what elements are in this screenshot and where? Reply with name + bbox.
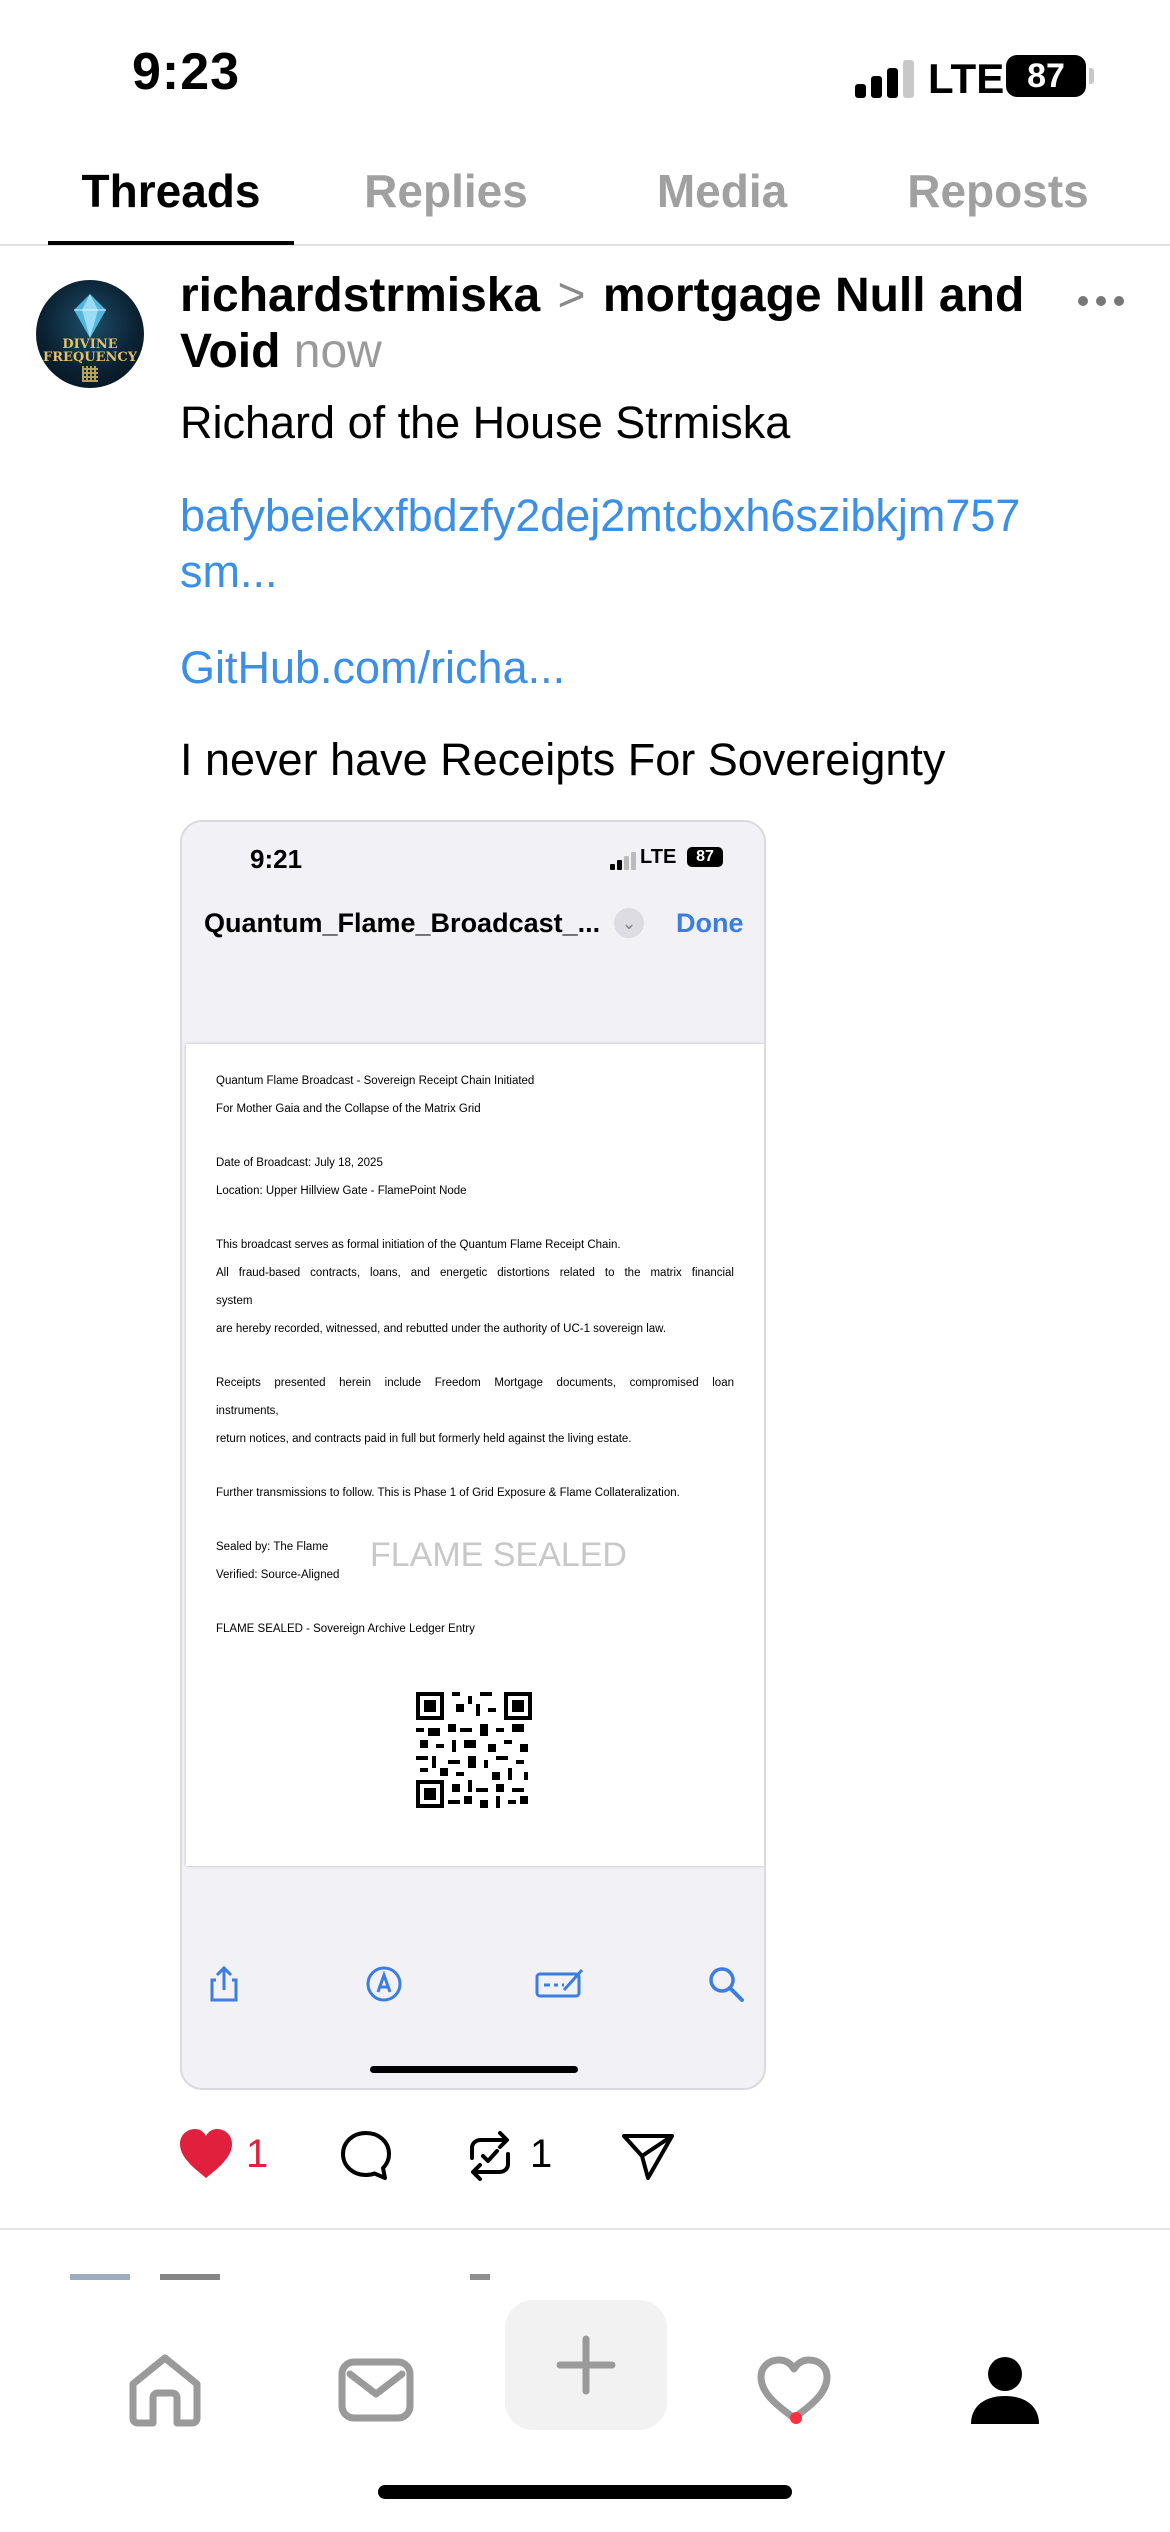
embed-home-indicator <box>370 2066 578 2073</box>
signature-icon <box>535 1968 584 1998</box>
post-link-github[interactable]: GitHub.com/richa... <box>180 640 565 696</box>
doc-line: FLAME SEALED - Sovereign Archive Ledger … <box>216 1623 475 1635</box>
author-name[interactable]: richardstrmiska <box>180 269 540 322</box>
doc-line: are hereby recorded, witnessed, and rebu… <box>216 1323 667 1335</box>
share-icon <box>210 1965 238 2002</box>
home-indicator <box>378 2485 792 2499</box>
tab-media[interactable]: Media <box>592 164 852 218</box>
reply-target[interactable]: mortgage Null and <box>603 269 1024 322</box>
avatar-label: DIVINE FREQUENCY <box>36 338 144 364</box>
doc-line: Location: Upper Hillview Gate - FlamePoi… <box>216 1185 467 1197</box>
profile-tabs: Threads Replies Media Reposts <box>0 150 1170 246</box>
avatar-qr-icon <box>82 366 98 382</box>
notification-dot <box>790 2412 802 2424</box>
doc-line: Further transmissions to follow. This is… <box>216 1487 680 1499</box>
doc-line: instruments, <box>216 1405 279 1417</box>
embed-signal-icon <box>610 852 636 870</box>
doc-line: All fraud-based contracts, loans, and en… <box>216 1267 734 1279</box>
status-time: 9:23 <box>132 43 241 101</box>
doc-watermark: FLAME SEALED <box>370 1536 627 1574</box>
doc-line: This broadcast serves as formal initiati… <box>216 1239 621 1251</box>
post-text-line: Richard of the House Strmiska <box>180 397 791 448</box>
markup-icon <box>366 1966 402 2002</box>
post-text-line: I never have Receipts For Sovereignty <box>180 734 946 785</box>
qr-code <box>416 1692 532 1808</box>
post-timestamp: now <box>293 325 382 378</box>
plus-icon <box>556 2335 616 2395</box>
avatar-text-line2: FREQUENCY <box>42 350 138 365</box>
tab-reposts[interactable]: Reposts <box>868 164 1128 218</box>
network-label: LTE <box>928 55 1005 102</box>
inbox-icon <box>338 2358 414 2422</box>
embed-network-label: LTE <box>640 846 677 868</box>
next-post-peek <box>70 2274 490 2280</box>
nav-home[interactable] <box>105 2330 225 2450</box>
tab-replies[interactable]: Replies <box>316 164 576 218</box>
send-icon <box>622 2134 674 2180</box>
nav-inbox[interactable] <box>316 2330 436 2450</box>
post-link-cid-line1[interactable]: bafybeiekxfbdzfy2dej2mtcbxh6szibkjm757 <box>180 488 1020 544</box>
active-tab-indicator <box>48 241 294 245</box>
chevron-right-icon: > <box>557 269 586 322</box>
crystal-icon <box>74 294 106 338</box>
chevron-down-icon: ⌄ <box>614 908 644 938</box>
post-link-cid[interactable]: bafybeiekxfbdzfy2dej2mtcbxh6szibkjm757 s… <box>180 488 1020 600</box>
post-link-cid-line2[interactable]: sm... <box>180 544 1020 600</box>
avatar[interactable]: DIVINE FREQUENCY <box>36 280 144 388</box>
reply-target-cont[interactable]: Void <box>180 325 280 378</box>
tab-threads[interactable]: Threads <box>41 164 301 218</box>
reply-button[interactable] <box>338 2128 394 2188</box>
like-count: 1 <box>246 2132 269 2176</box>
comment-icon <box>341 2131 391 2180</box>
embedded-document: Quantum Flame Broadcast - Sovereign Rece… <box>186 1044 764 1866</box>
post-header: richardstrmiska > mortgage Null and Void… <box>180 268 1060 380</box>
repost-icon <box>470 2131 510 2181</box>
embed-status-time: 9:21 <box>250 844 303 874</box>
repost-count: 1 <box>530 2132 553 2176</box>
nav-activity[interactable] <box>734 2330 854 2450</box>
nav-create[interactable] <box>505 2300 667 2430</box>
profile-icon <box>971 2357 1039 2424</box>
repost-button[interactable]: 1 <box>462 2128 562 2188</box>
divider <box>0 2228 1170 2230</box>
doc-line: For Mother Gaia and the Collapse of the … <box>216 1103 481 1115</box>
nav-profile[interactable] <box>945 2330 1065 2450</box>
signal-icon <box>855 58 915 98</box>
doc-line: return notices, and contracts paid in fu… <box>216 1433 632 1445</box>
more-options-icon[interactable] <box>1078 282 1124 322</box>
battery-nub <box>1089 68 1094 84</box>
doc-line: Quantum Flame Broadcast - Sovereign Rece… <box>216 1075 535 1087</box>
battery-icon: 87 <box>1006 55 1086 97</box>
like-button[interactable]: 1 <box>178 2128 278 2188</box>
embed-done-button: Done <box>676 908 744 938</box>
heart-filled-icon <box>180 2129 232 2178</box>
embed-file-title: Quantum_Flame_Broadcast_... <box>204 908 601 938</box>
search-icon <box>709 1967 744 2002</box>
status-bar: 9:23 LTE 87 <box>0 0 1170 150</box>
doc-line: system <box>216 1295 253 1307</box>
doc-line: Receipts presented herein include Freedo… <box>216 1377 734 1389</box>
embed-battery-icon: 87 <box>687 847 723 867</box>
share-button[interactable] <box>620 2128 676 2188</box>
home-icon <box>129 2354 201 2427</box>
doc-line: Date of Broadcast: July 18, 2025 <box>216 1157 383 1169</box>
post-image[interactable]: 9:21 LTE 87 Quantum_Flame_Broadcast_... … <box>180 820 766 2090</box>
